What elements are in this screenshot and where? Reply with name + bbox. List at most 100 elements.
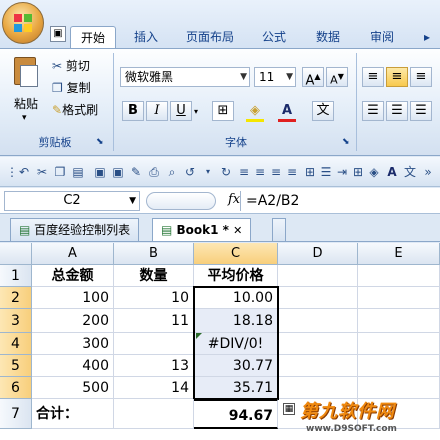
cell-e6[interactable] [358, 377, 440, 399]
cell-a6[interactable]: 500 [32, 377, 114, 399]
cell-b2[interactable]: 10 [114, 287, 194, 309]
row-header[interactable]: 1 [0, 265, 32, 287]
font-color-button[interactable]: A [276, 101, 298, 121]
font-size-combo[interactable]: 11 ▼ [254, 67, 296, 87]
bold-button[interactable]: B [122, 101, 144, 121]
cell-a3[interactable]: 200 [32, 309, 114, 333]
paste-dropdown-icon[interactable]: ▾ [22, 113, 27, 123]
cell-c7[interactable]: 94.67 [194, 399, 278, 429]
indent-icon[interactable]: ⇥ [334, 164, 350, 180]
align-center-icon[interactable]: ☰ [386, 101, 408, 121]
cell-e3[interactable] [358, 309, 440, 333]
cell-d6[interactable] [278, 377, 358, 399]
redo-icon[interactable]: ↻ [218, 164, 234, 180]
cell-b1[interactable]: 数量 [114, 265, 194, 287]
row-header[interactable]: 3 [0, 309, 32, 333]
cell-a1[interactable]: 总金额 [32, 265, 114, 287]
justify-icon[interactable]: ≡ [284, 164, 300, 180]
cut-button[interactable]: ✂ 剪切 [52, 57, 90, 74]
cell-d5[interactable] [278, 355, 358, 377]
column-header-a[interactable]: A [32, 243, 114, 265]
name-box[interactable]: C2 ▼ [4, 191, 140, 211]
tab-data[interactable]: 数据 [306, 26, 350, 48]
align-right-icon[interactable]: ☰ [410, 101, 432, 121]
cell-b7[interactable] [114, 399, 194, 429]
workbook-tab-baidu[interactable]: ▤ 百度经验控制列表 [10, 218, 140, 241]
tab-more[interactable]: ▸ [414, 26, 440, 48]
column-header-c[interactable]: C [194, 243, 278, 265]
workbook-tab-book1[interactable]: ▤ Book1 * ✕ [152, 218, 252, 241]
print-preview-icon[interactable]: ⌕ [164, 164, 180, 180]
save-as-icon[interactable]: ▣ [110, 164, 126, 180]
row-header[interactable]: 2 [0, 287, 32, 309]
cell-a2[interactable]: 100 [32, 287, 114, 309]
row-header[interactable]: 6 [0, 377, 32, 399]
merge-icon[interactable]: ⊞ [302, 164, 318, 180]
tab-page-layout[interactable]: 页面布局 [176, 26, 244, 48]
fill-color-icon[interactable]: ◈ [244, 101, 266, 121]
cell-b3[interactable]: 11 [114, 309, 194, 333]
format-painter-button[interactable]: ✎格式刷 [52, 101, 98, 118]
phonetic-button[interactable]: 文 [312, 101, 334, 121]
borders-icon[interactable]: ⊞ [212, 101, 234, 121]
font-name-combo[interactable]: 微软雅黑 ▼ [120, 67, 250, 87]
cell-d1[interactable] [278, 265, 358, 287]
align-top-icon[interactable]: ≡ [362, 67, 384, 87]
copy-button[interactable]: ❐ 复制 [52, 79, 91, 96]
paste-options-icon[interactable]: ▦ [283, 403, 295, 415]
print-icon[interactable]: ⎙ [146, 164, 162, 180]
new-tab-button[interactable] [272, 218, 286, 241]
tab-formulas[interactable]: 公式 [252, 26, 296, 48]
paste-icon[interactable] [8, 55, 44, 95]
cell-a7[interactable]: 合计： [32, 399, 114, 429]
align-left-icon[interactable]: ≡ [236, 164, 252, 180]
close-icon[interactable]: ✕ [233, 224, 242, 237]
row-header[interactable]: 4 [0, 333, 32, 355]
align-bottom-icon[interactable]: ≡ [410, 67, 432, 87]
office-button[interactable] [2, 2, 44, 44]
phonetic-icon[interactable]: 文 [402, 164, 418, 180]
cut-icon[interactable]: ✂ [34, 164, 50, 180]
column-header-d[interactable]: D [278, 243, 358, 265]
font-color-icon[interactable]: A [384, 164, 400, 180]
cell-b6[interactable]: 14 [114, 377, 194, 399]
copy-icon[interactable]: ❐ [52, 164, 68, 180]
fill-icon[interactable]: ◈ [366, 164, 382, 180]
undo-icon[interactable]: ↶ [16, 164, 32, 180]
row-header[interactable]: 5 [0, 355, 32, 377]
cell-d4[interactable] [278, 333, 358, 355]
function-icon[interactable]: fx [228, 192, 240, 207]
formula-input[interactable]: =A2/B2 [240, 191, 440, 211]
shrink-font-button[interactable]: A▼ [326, 67, 348, 87]
cell-b5[interactable]: 13 [114, 355, 194, 377]
paste-button[interactable]: 粘贴 [14, 95, 38, 112]
cell-e4[interactable] [358, 333, 440, 355]
tab-insert[interactable]: 插入 [124, 26, 168, 48]
cell-c1[interactable]: 平均价格 [194, 265, 278, 287]
cell-b4[interactable] [114, 333, 194, 355]
undo-dropdown-icon[interactable]: ↺ [182, 164, 198, 180]
grow-font-button[interactable]: A▲ [302, 67, 324, 88]
list-icon[interactable]: ☰ [318, 164, 334, 180]
column-header-e[interactable]: E [358, 243, 440, 265]
italic-button[interactable]: I [146, 101, 168, 121]
tab-home[interactable]: 开始 [70, 26, 117, 48]
column-header-b[interactable]: B [114, 243, 194, 265]
align-left-icon[interactable]: ☰ [362, 101, 384, 121]
borders-icon[interactable]: ⊞ [350, 164, 366, 180]
cell-e2[interactable] [358, 287, 440, 309]
align-center-icon[interactable]: ≡ [252, 164, 268, 180]
underline-button[interactable]: U [170, 101, 192, 121]
save-icon[interactable]: ▣ [92, 164, 108, 180]
cell-d3[interactable] [278, 309, 358, 333]
row-header[interactable]: 7 [0, 399, 32, 429]
paste-icon[interactable]: ▤ [70, 164, 86, 180]
format-painter-icon[interactable]: ✎ [128, 164, 144, 180]
dialog-launcher-icon[interactable]: ⬊ [342, 137, 350, 147]
cell-d2[interactable] [278, 287, 358, 309]
select-all-corner[interactable] [0, 243, 32, 265]
quick-access-icon[interactable]: ▣ [50, 26, 66, 42]
cell-a4[interactable]: 300 [32, 333, 114, 355]
cell-e1[interactable] [358, 265, 440, 287]
chevron-down-icon[interactable]: ▾ [200, 164, 216, 180]
